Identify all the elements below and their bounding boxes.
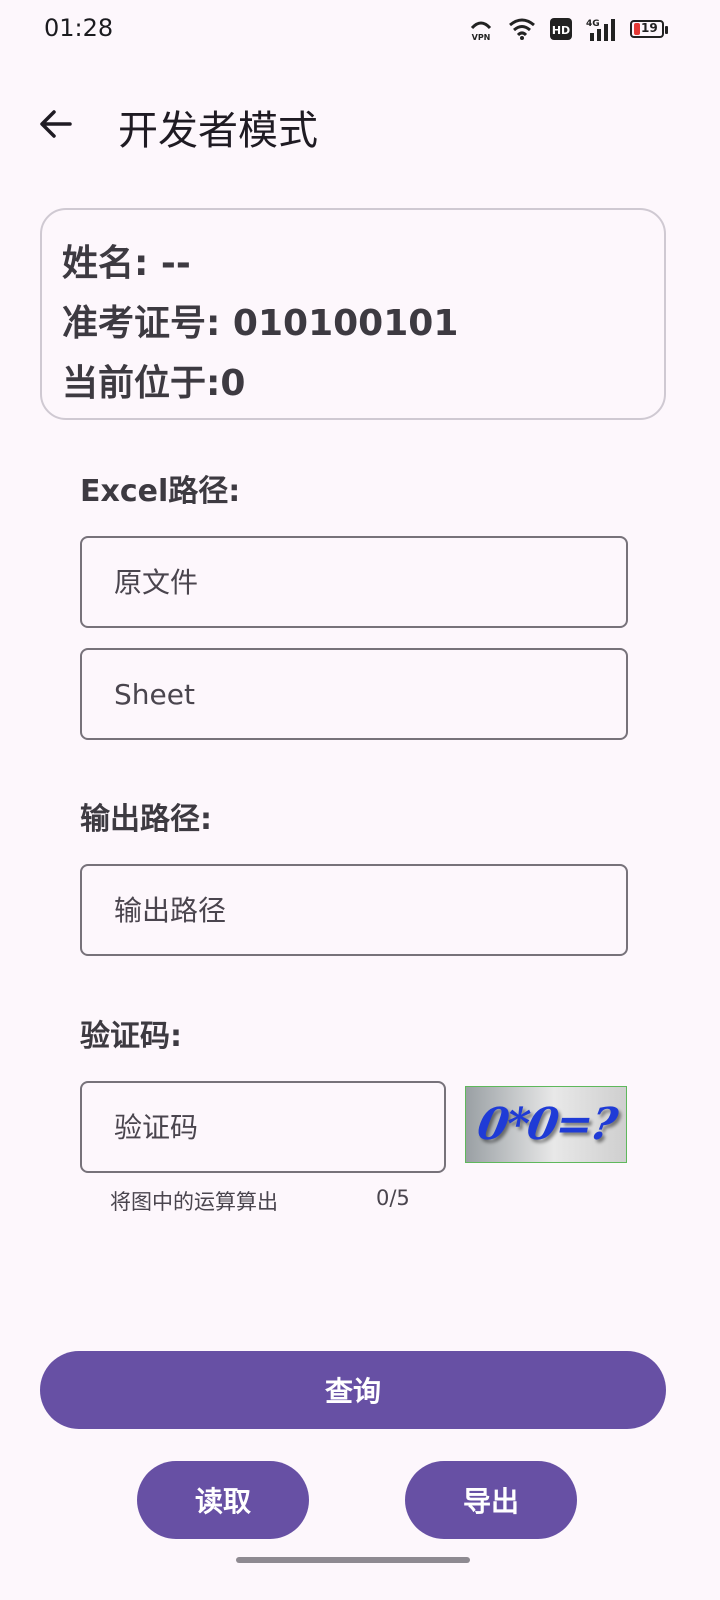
captcha-image[interactable]: 0*0=? xyxy=(465,1086,627,1163)
excel-path-label: Excel路径: xyxy=(80,474,241,509)
captcha-label: 验证码: xyxy=(80,1019,182,1054)
query-button[interactable]: 查询 xyxy=(40,1351,666,1429)
signal-4g-icon: 4G xyxy=(586,17,616,41)
sheet-field[interactable] xyxy=(80,648,628,740)
battery-level: 19 xyxy=(641,21,658,35)
captcha-field[interactable] xyxy=(80,1081,446,1173)
captcha-helper-text: 将图中的运算算出 xyxy=(110,1190,278,1214)
developer-mode-screen: 01:28 VPN HD 4G 19 开发者模式 姓名: -- 准考证号: 01… xyxy=(0,0,720,1600)
back-button[interactable] xyxy=(32,100,80,148)
export-button[interactable]: 导出 xyxy=(405,1461,577,1539)
hd-icon: HD xyxy=(550,18,572,40)
arrow-left-icon xyxy=(40,110,72,138)
exam-id-line: 准考证号: 010100101 xyxy=(62,303,459,344)
status-icons: VPN HD 4G 19 xyxy=(468,16,668,42)
source-file-field[interactable] xyxy=(80,536,628,628)
page-title: 开发者模式 xyxy=(118,108,318,154)
wifi-icon xyxy=(508,17,536,41)
output-path-input[interactable] xyxy=(112,892,626,928)
svg-text:4G: 4G xyxy=(586,19,600,29)
sheet-input[interactable] xyxy=(112,676,626,712)
status-time: 01:28 xyxy=(44,14,114,42)
battery-icon: 19 xyxy=(630,20,668,38)
output-path-field[interactable] xyxy=(80,864,628,956)
captcha-input[interactable] xyxy=(112,1109,444,1145)
captcha-counter: 0/5 xyxy=(376,1186,410,1210)
home-indicator[interactable] xyxy=(236,1557,470,1563)
output-path-label: 输出路径: xyxy=(80,802,212,837)
info-card: 姓名: -- 准考证号: 010100101 当前位于:0 xyxy=(40,208,666,420)
vpn-icon: VPN xyxy=(468,16,494,42)
position-line: 当前位于:0 xyxy=(62,363,246,404)
captcha-image-text: 0*0=? xyxy=(473,1099,619,1150)
name-line: 姓名: -- xyxy=(62,243,191,284)
source-file-input[interactable] xyxy=(112,564,626,600)
read-button[interactable]: 读取 xyxy=(137,1461,309,1539)
svg-text:VPN: VPN xyxy=(472,33,491,42)
svg-text:HD: HD xyxy=(552,24,570,37)
